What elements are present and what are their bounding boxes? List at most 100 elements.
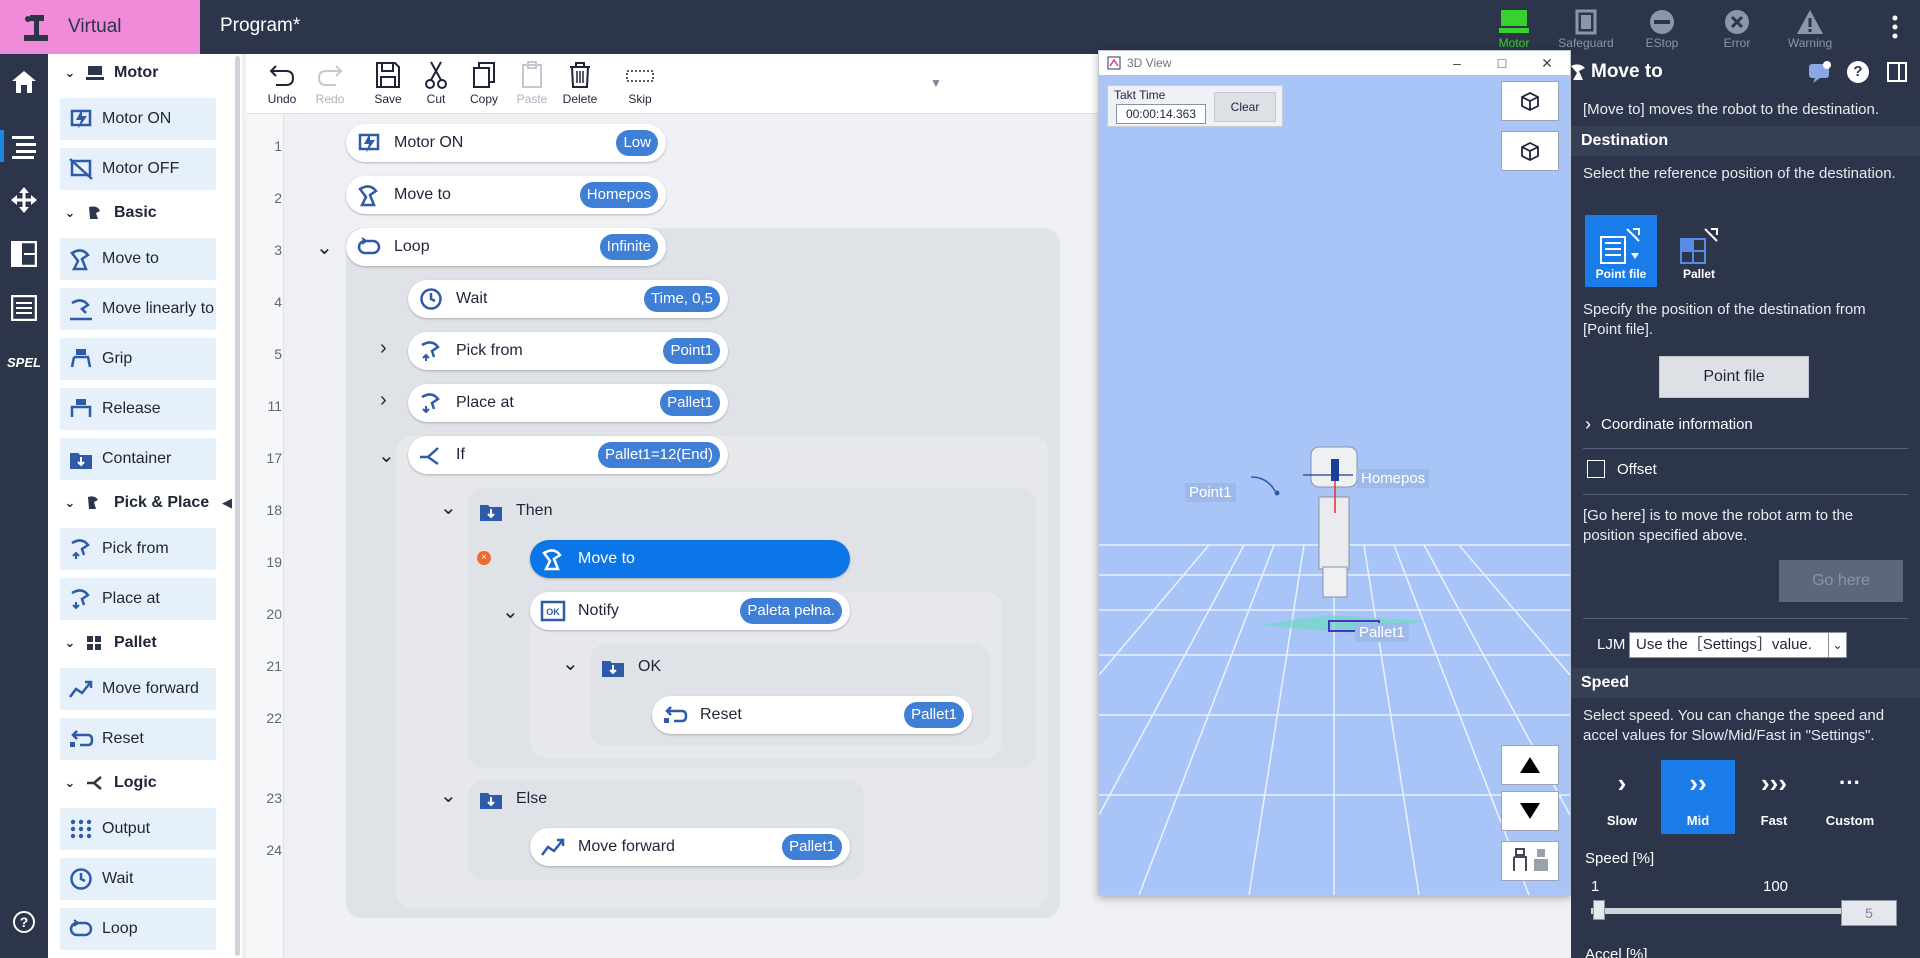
palette-loop[interactable]: Loop (60, 908, 216, 950)
chevron-right-icon[interactable]: › (380, 390, 387, 410)
undo-button[interactable]: Undo (258, 60, 306, 112)
view-cube-alt-button[interactable] (1501, 131, 1559, 171)
palette-pick-from[interactable]: Pick from (60, 528, 216, 570)
toolbar-more-icon[interactable]: ▼ (930, 76, 942, 90)
palette-release[interactable]: Release (60, 388, 216, 430)
chevron-down-icon[interactable]: ⌄ (562, 654, 579, 674)
chevron-down-icon[interactable]: ⌄ (502, 602, 519, 622)
nav-list[interactable] (0, 286, 48, 330)
gripper-toggle-button[interactable] (1501, 841, 1559, 881)
nav-jog[interactable] (0, 178, 48, 222)
palette-motor-off[interactable]: Motor OFF (60, 148, 216, 190)
cmd-move-forward[interactable]: Move forward Pallet1 (530, 828, 850, 866)
cmd-motor-on[interactable]: Motor ON Low (346, 124, 666, 162)
status-estop[interactable]: EStop (1622, 0, 1702, 54)
chevron-down-icon[interactable]: ⌄ (378, 446, 395, 466)
point-file-button[interactable]: Point file (1659, 356, 1809, 398)
palette-place-at[interactable]: Place at (60, 578, 216, 620)
cmd-reset[interactable]: Reset Pallet1 (652, 696, 972, 734)
speed-slider-track[interactable] (1591, 908, 1847, 914)
speed-fast-button[interactable]: ››› Fast (1737, 760, 1811, 834)
dock-panel-icon[interactable] (1887, 62, 1907, 82)
cmd-wait[interactable]: Wait Time, 0,5 (408, 280, 728, 318)
category-basic[interactable]: ⌄ Basic (48, 194, 238, 232)
category-pallet[interactable]: ⌄ Pallet (48, 624, 238, 662)
palette-reset[interactable]: Reset (60, 718, 216, 760)
cmd-if[interactable]: If Pallet1=12(End) (408, 436, 728, 474)
copy-button[interactable]: Copy (460, 60, 508, 112)
takt-clear-button[interactable]: Clear (1214, 92, 1276, 122)
else-branch[interactable]: Else (478, 784, 547, 814)
move-down-button[interactable] (1501, 791, 1559, 831)
coordinate-info-toggle[interactable]: › Coordinate information (1585, 414, 1753, 435)
nav-program[interactable] (0, 124, 48, 168)
cmd-notify[interactable]: OK Notify Paleta pełna. (530, 592, 850, 630)
line-number: 18 (266, 502, 282, 518)
palette-wait[interactable]: Wait (60, 858, 216, 900)
chevron-down-icon[interactable]: ⌄ (440, 498, 457, 518)
skip-button[interactable]: Skip (616, 60, 664, 112)
palette-move-linearly[interactable]: Move linearly to (60, 288, 216, 330)
nav-layout[interactable] (0, 232, 48, 276)
palette-motor-on[interactable]: Motor ON (60, 98, 216, 140)
nav-help[interactable]: ? (0, 900, 48, 944)
category-logic[interactable]: ⌄ Logic (48, 764, 238, 802)
point-file-tile[interactable]: Point file (1585, 215, 1657, 287)
maximize-icon[interactable]: □ (1490, 55, 1514, 71)
ok-branch[interactable]: OK (600, 652, 661, 682)
cmd-pick-from[interactable]: Pick from Point1 (408, 332, 728, 370)
minimize-icon[interactable]: – (1445, 55, 1469, 71)
palette-grip[interactable]: Grip (60, 338, 216, 380)
container-icon (602, 661, 624, 677)
error-icon (1725, 10, 1749, 34)
status-error[interactable]: Error (1697, 0, 1777, 54)
close-icon[interactable]: ✕ (1535, 55, 1559, 72)
cmd-move-to[interactable]: Move to Homepos (346, 176, 666, 214)
delete-button[interactable]: Delete (556, 60, 604, 112)
cmd-move-to-selected[interactable]: Move to (530, 540, 850, 578)
palette-move-forward[interactable]: Move forward (60, 668, 216, 710)
view-cube-button[interactable] (1501, 81, 1559, 121)
go-here-button[interactable]: Go here (1779, 560, 1903, 602)
gripper-icon (1513, 848, 1548, 871)
collapse-arrow-icon[interactable]: ◀ (222, 495, 232, 511)
status-safeguard[interactable]: Safeguard (1546, 0, 1626, 54)
category-pick-place[interactable]: ⌄ Pick & Place ◀ (48, 484, 238, 522)
dots-icon: ··· (1839, 770, 1861, 795)
cmd-loop[interactable]: Loop Infinite (346, 228, 666, 266)
speed-slow-button[interactable]: › Slow (1585, 760, 1659, 834)
speed-value-input[interactable]: 5 (1841, 900, 1897, 926)
palette-move-to[interactable]: Move to (60, 238, 216, 280)
nav-home[interactable] (0, 60, 48, 104)
3d-viewport[interactable]: Takt Time 00:00:14.363 Clear Point1 Home… (1099, 75, 1570, 895)
more-menu-button[interactable] (1870, 0, 1920, 54)
speed-custom-button[interactable]: ··· Custom (1813, 760, 1887, 834)
then-branch[interactable]: Then (478, 496, 552, 526)
speed-slider-thumb[interactable] (1593, 900, 1605, 920)
feedback-icon[interactable] (1807, 60, 1833, 84)
palette-container[interactable]: Container (60, 438, 216, 480)
palette-output[interactable]: Output (60, 808, 216, 850)
speed-mid-button[interactable]: ›› Mid (1661, 760, 1735, 834)
save-button[interactable]: Save (364, 60, 412, 112)
home-icon (12, 71, 36, 93)
redo-button[interactable]: Redo (306, 60, 354, 112)
chevron-down-icon[interactable]: ⌄ (316, 238, 333, 258)
paste-button[interactable]: Paste (508, 60, 556, 112)
ljm-select[interactable]: Use the［Settings］value. ⌄ (1629, 632, 1847, 658)
help-icon[interactable]: ? (1847, 61, 1869, 83)
mode-indicator[interactable]: Virtual (0, 0, 200, 54)
cmd-place-at[interactable]: Place at Pallet1 (408, 384, 728, 422)
move-up-button[interactable] (1501, 745, 1559, 785)
status-motor[interactable]: Motor (1474, 0, 1554, 54)
nav-spel[interactable]: SPEL (0, 340, 48, 384)
pallet-tile[interactable]: Pallet (1663, 215, 1735, 287)
cut-button[interactable]: Cut (412, 60, 460, 112)
chevron-down-icon[interactable]: ⌄ (440, 786, 457, 806)
category-motor[interactable]: ⌄ Motor (48, 54, 238, 92)
error-indicator-icon[interactable]: × (477, 551, 491, 565)
status-warning[interactable]: Warning (1770, 0, 1850, 54)
chevron-right-icon[interactable]: › (380, 338, 387, 358)
3d-view-titlebar[interactable]: 3D View – □ ✕ (1099, 51, 1570, 75)
offset-checkbox[interactable]: Offset (1587, 460, 1657, 478)
